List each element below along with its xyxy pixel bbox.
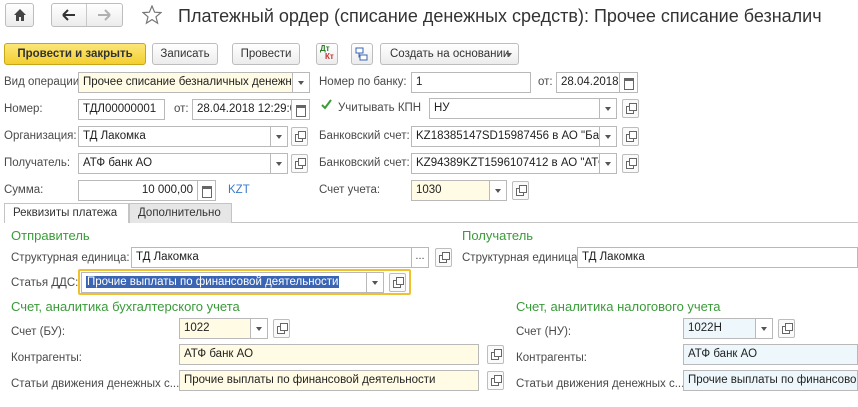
op-type-label: Вид операции: (4, 76, 83, 88)
nu-cashflow-label: Статьи движения денежных с... (516, 378, 685, 390)
bank-account2-label: Банковский счет: (319, 157, 410, 169)
window-title: Платежный ордер (списание денежных средс… (178, 6, 822, 26)
bu-cashflow-label: Статьи движения денежных с... (11, 378, 180, 390)
bank-account2-open-icon[interactable] (622, 154, 639, 173)
nu-counterparty-label: Контрагенты: (516, 352, 587, 364)
org-field[interactable]: ТД Лакомка (78, 126, 271, 147)
dtkt-button[interactable]: Дт Кт (316, 43, 338, 65)
create-based-button[interactable]: Создать на основании (380, 43, 519, 65)
dds-open-icon[interactable] (389, 273, 406, 292)
op-type-dropdown[interactable] (293, 72, 310, 93)
op-type-field[interactable]: Прочее списание безналичных денежны (78, 72, 293, 93)
post-and-close-button[interactable]: Провести и закрыть (4, 43, 146, 65)
bu-counterparty-open-icon[interactable] (487, 345, 504, 364)
tab-payment-details[interactable]: Реквизиты платежа (4, 203, 129, 223)
r-struct-unit-label: Структурная единица: (462, 252, 581, 264)
structure-icon (355, 47, 368, 61)
kt-label: Кт (325, 52, 334, 61)
org-open-icon[interactable] (291, 127, 308, 146)
kpn-label: Учитывать КПН (338, 102, 422, 114)
recipient-title: Получатель (462, 228, 534, 243)
nu-account-label: Счет (НУ): (516, 326, 572, 338)
number-label: Номер: (4, 103, 43, 115)
bu-account-dropdown[interactable] (251, 318, 268, 339)
recipient-label: Получатель: (4, 157, 71, 169)
org-dropdown[interactable] (271, 126, 288, 147)
post-button[interactable]: Провести (232, 43, 300, 65)
struct-unit-select-button[interactable]: ... (412, 247, 429, 268)
r-struct-unit-field[interactable]: ТД Лакомка (577, 247, 858, 268)
account-open-icon[interactable] (512, 181, 529, 200)
dds-dropdown[interactable] (367, 272, 384, 293)
bu-account-open-icon[interactable] (273, 319, 290, 338)
struct-unit-open-icon[interactable] (435, 248, 452, 267)
sum-label: Сумма: (4, 184, 44, 196)
dds-label: Статья ДДС: (11, 277, 79, 289)
kpn-open-icon[interactable] (622, 99, 639, 118)
bank-account-label: Банковский счет: (319, 130, 410, 142)
bu-counterparty-field[interactable]: АТФ банк АО (179, 344, 479, 365)
currency-link[interactable]: KZT (228, 183, 250, 197)
account-dropdown[interactable] (490, 180, 507, 201)
bank-calendar-icon[interactable] (620, 72, 638, 93)
dds-field[interactable]: Прочие выплаты по финансовой деятельност… (81, 272, 367, 293)
nav-group (51, 3, 123, 27)
nu-account-open-icon[interactable] (778, 319, 795, 338)
bank-account-field[interactable]: KZ18385147SD15987456 в АО "Бан (411, 126, 600, 147)
date-field[interactable]: 28.04.2018 12:29:0 (192, 99, 292, 120)
bu-cashflow-open-icon[interactable] (487, 371, 504, 390)
calculator-icon[interactable] (198, 180, 216, 201)
back-button[interactable] (52, 4, 87, 26)
bu-account-label: Счет (БУ): (11, 326, 66, 338)
bank-date-field[interactable]: 28.04.2018 (556, 72, 620, 93)
nu-title: Счет, аналитика налогового учета (516, 299, 721, 314)
home-icon (14, 9, 26, 21)
dds-selected-text: Прочие выплаты по финансовой деятельност… (86, 276, 340, 288)
struct-unit-field[interactable]: ТД Лакомка (131, 247, 412, 268)
bu-account-field[interactable]: 1022 (179, 318, 251, 339)
arrow-right-icon (98, 9, 111, 21)
bu-title: Счет, аналитика бухгалтерского учета (11, 299, 240, 314)
org-label: Организация: (4, 130, 77, 142)
sum-field[interactable]: 10 000,00 (78, 180, 198, 201)
bank-number-label: Номер по банку: (319, 76, 407, 88)
nu-cashflow-field[interactable]: Прочие выплаты по финансовой деятельност… (683, 370, 858, 391)
recipient-field[interactable]: АТФ банк АО (78, 153, 271, 174)
nu-account-field[interactable]: 1022Н (683, 318, 756, 339)
chevron-down-icon (506, 53, 512, 57)
bank-number-field[interactable]: 1 (411, 72, 531, 93)
nu-account-dropdown[interactable] (756, 318, 773, 339)
bank-account-dropdown[interactable] (600, 126, 617, 147)
bank-account-open-icon[interactable] (622, 127, 639, 146)
structure-button[interactable] (351, 43, 373, 65)
forward-button[interactable] (87, 4, 122, 26)
recipient-open-icon[interactable] (291, 154, 308, 173)
home-button[interactable] (5, 3, 34, 27)
date-label: от: (174, 103, 189, 115)
write-button[interactable]: Записать (152, 43, 218, 65)
tab-additional[interactable]: Дополнительно (129, 203, 232, 223)
bank-account2-field[interactable]: KZ94389KZT1596107412 в АО "АТФ (411, 153, 600, 174)
calendar-icon[interactable] (292, 99, 310, 120)
checkmark-icon (321, 99, 332, 110)
kpn-dropdown[interactable] (600, 98, 617, 119)
star-icon[interactable] (142, 5, 162, 25)
number-field[interactable]: ТДЛ00000001 (78, 99, 165, 120)
create-based-label: Создать на основании (390, 48, 510, 60)
sender-title: Отправитель (11, 228, 90, 243)
nu-counterparty-field[interactable]: АТФ банк АО (683, 344, 858, 365)
kpn-field[interactable]: НУ (429, 98, 600, 119)
kpn-checkbox[interactable] (320, 98, 333, 111)
account-label: Счет учета: (319, 184, 381, 196)
recipient-dropdown[interactable] (271, 153, 288, 174)
struct-unit-label: Структурная единица: (11, 252, 130, 264)
arrow-left-icon (62, 9, 75, 21)
bank-account2-dropdown[interactable] (600, 153, 617, 174)
bu-cashflow-field[interactable]: Прочие выплаты по финансовой деятельност… (179, 370, 479, 391)
account-field[interactable]: 1030 (411, 180, 490, 201)
bank-date-label: от: (538, 76, 553, 88)
bu-counterparty-label: Контрагенты: (11, 352, 82, 364)
